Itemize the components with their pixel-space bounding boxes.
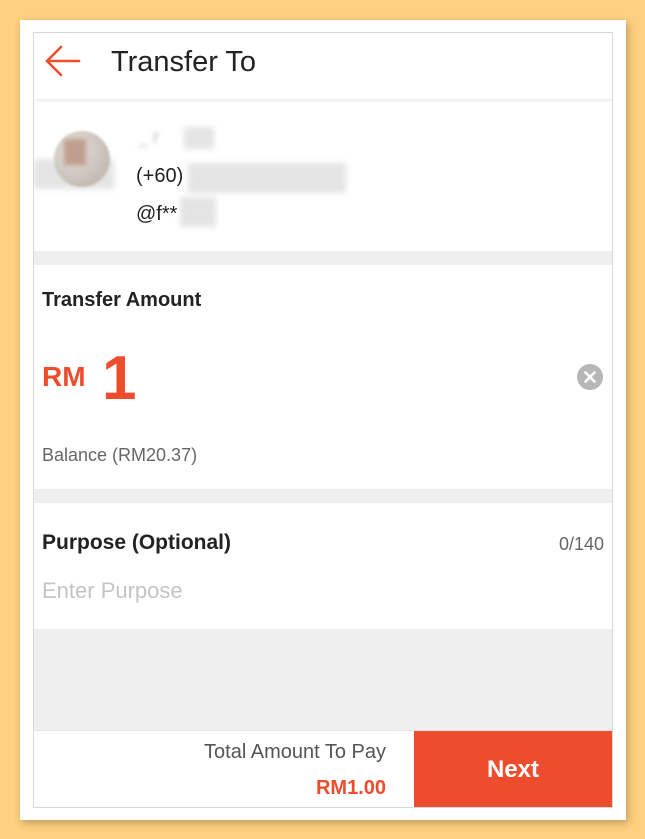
purpose-char-counter: 0/140	[558, 534, 604, 554]
clear-circle-icon	[584, 371, 596, 383]
page-title: Transfer To	[111, 46, 257, 78]
recipient-card: _ r (+60) @f**	[34, 99, 612, 251]
top-bar: Transfer To	[34, 33, 612, 99]
redaction-blur	[188, 163, 346, 193]
recipient-name: _ r	[138, 127, 160, 147]
total-value: RM1.00	[315, 777, 386, 799]
clear-amount-button[interactable]	[577, 364, 603, 390]
avatar	[54, 131, 110, 187]
currency-label: RM	[42, 361, 86, 392]
recipient-username: @f**	[136, 203, 178, 225]
purpose-label: Purpose (Optional)	[42, 531, 231, 554]
next-button[interactable]: Next	[414, 731, 612, 807]
back-button[interactable]	[42, 41, 82, 81]
total-label: Total Amount To Pay	[204, 741, 386, 763]
redaction-blur	[180, 197, 216, 227]
amount-input[interactable]: 1	[102, 345, 136, 413]
recipient-phone: (+60)	[136, 165, 184, 187]
balance-text: Balance (RM20.37)	[42, 445, 198, 465]
transfer-screen: Transfer To _ r (+60) @f** Transfer Amou…	[33, 32, 613, 808]
purpose-input[interactable]	[42, 573, 602, 609]
purpose-section: Purpose (Optional) 0/140	[34, 503, 612, 629]
arrow-left-icon	[45, 45, 81, 77]
bottom-bar: Total Amount To Pay RM1.00 Next	[34, 730, 612, 807]
amount-label: Transfer Amount	[42, 289, 202, 311]
amount-section: Transfer Amount RM 1 Balance (RM20.37)	[34, 265, 612, 489]
redaction-blur	[184, 127, 214, 149]
